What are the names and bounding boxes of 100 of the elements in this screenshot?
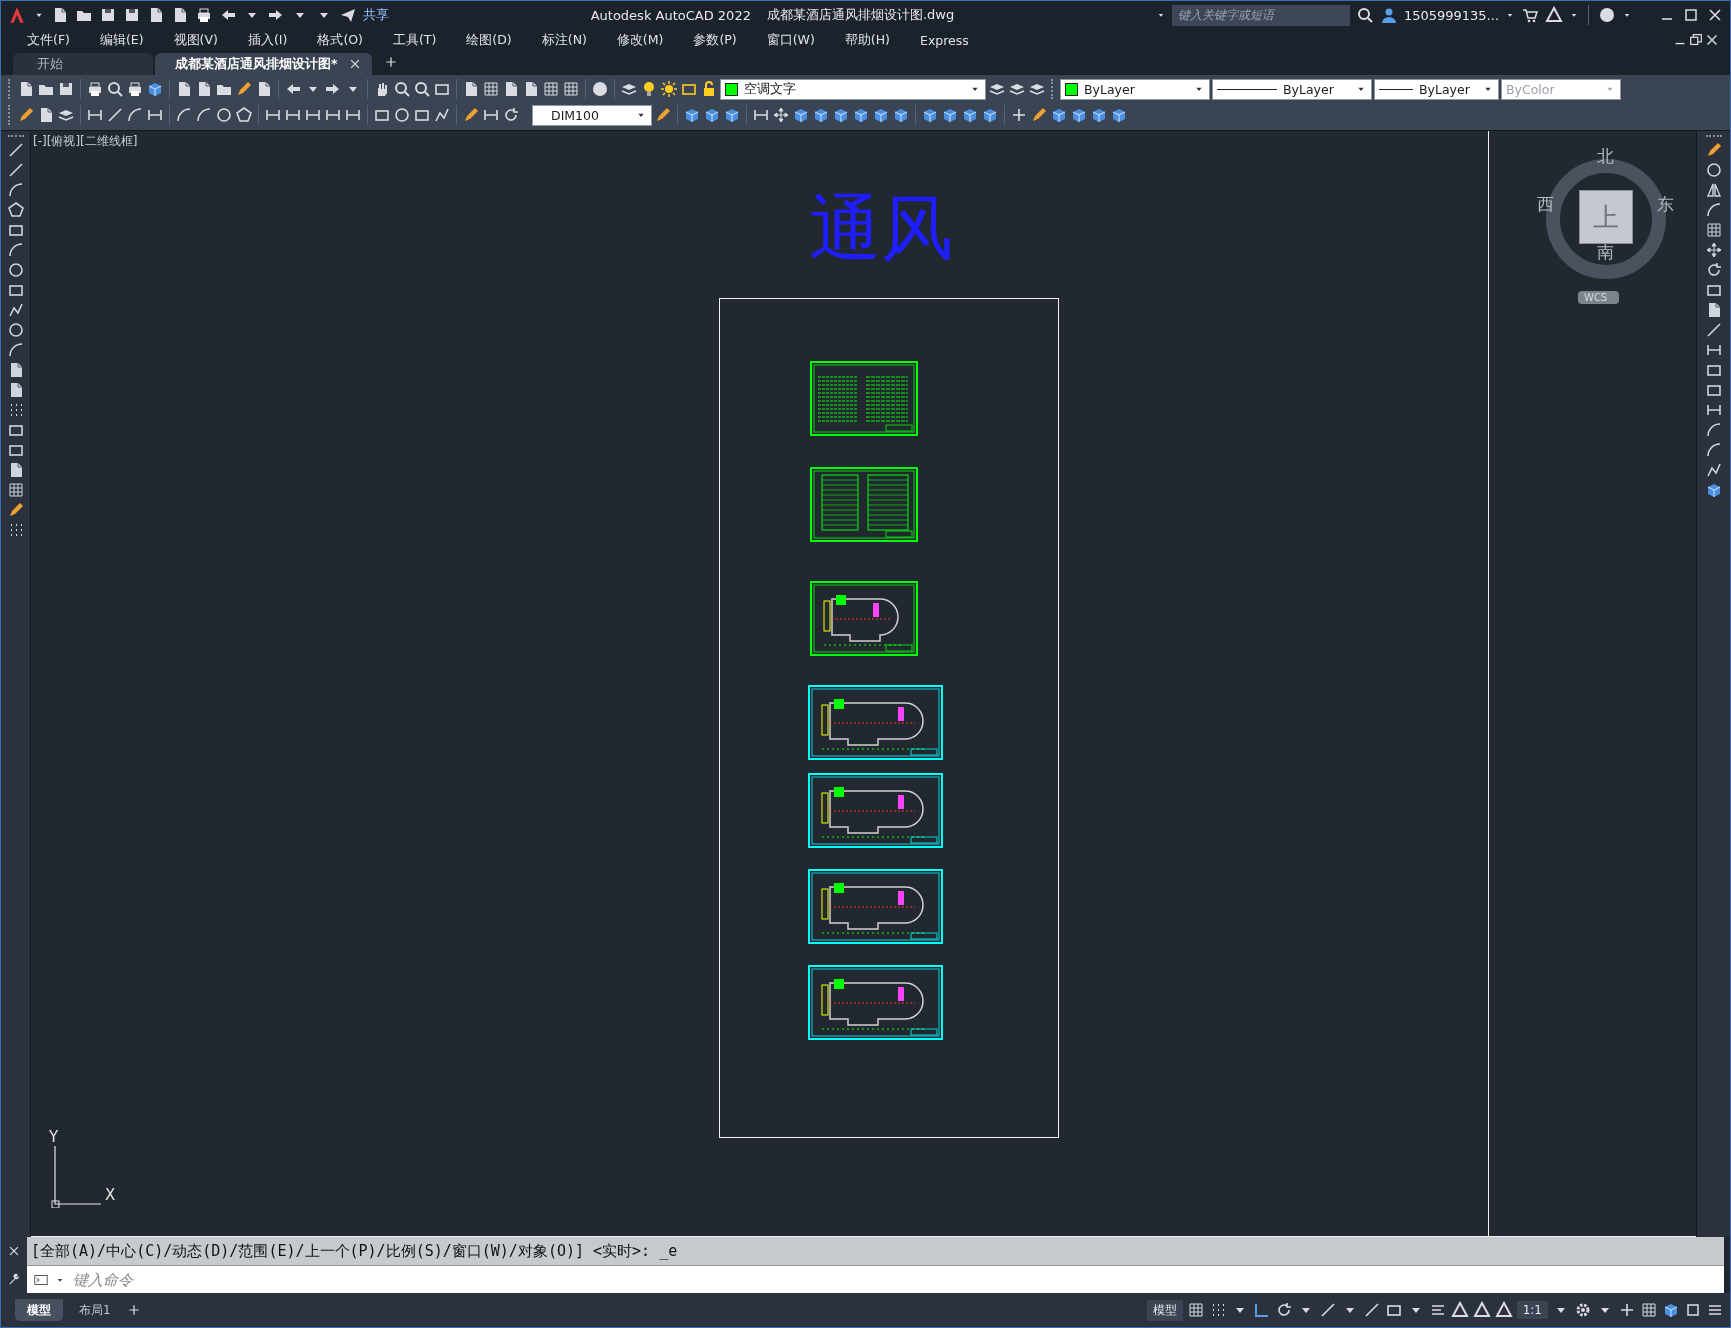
annotation-scale-button[interactable]: 1:1 xyxy=(1516,1301,1548,1319)
cube-icon[interactable] xyxy=(1090,106,1108,124)
search-field[interactable]: 键入关键字或短语 xyxy=(1171,4,1350,26)
polyline-icon[interactable] xyxy=(433,106,451,124)
move-icon[interactable] xyxy=(772,106,790,124)
cube-icon[interactable] xyxy=(146,80,164,98)
circle-icon[interactable] xyxy=(6,321,25,339)
plus-icon[interactable] xyxy=(383,54,398,69)
linetype-dropdown[interactable]: ByLayer xyxy=(1212,78,1372,100)
command-line-field[interactable]: 键入命令 xyxy=(27,1265,1724,1293)
grid-icon[interactable] xyxy=(6,481,25,499)
layer-dropdown[interactable]: 空调文字 xyxy=(720,78,986,100)
menu-item[interactable]: 绘图(D) xyxy=(456,31,522,49)
grid-icon[interactable] xyxy=(1704,221,1723,239)
circle-icon[interactable] xyxy=(6,261,25,279)
printer-icon[interactable] xyxy=(195,6,213,24)
cube-icon[interactable] xyxy=(1110,106,1128,124)
cube-icon[interactable] xyxy=(961,106,979,124)
layout-tab[interactable]: 布局1 xyxy=(67,1299,123,1321)
viewport-label[interactable]: [-][俯视][二维线框] xyxy=(33,133,138,150)
sun-icon[interactable] xyxy=(660,80,678,98)
grid-icon[interactable] xyxy=(1186,1301,1205,1319)
lineweight-dropdown[interactable]: ByLayer xyxy=(1374,78,1499,100)
paper-plane-icon[interactable] xyxy=(339,6,357,24)
cart-icon[interactable] xyxy=(1521,6,1539,24)
circle-icon[interactable] xyxy=(215,106,233,124)
dimension-style-dropdown[interactable]: DIM100 xyxy=(532,104,652,126)
grid-icon[interactable] xyxy=(542,80,560,98)
cube-icon[interactable] xyxy=(941,106,959,124)
north-label[interactable]: 北 xyxy=(1597,145,1614,168)
circle-icon[interactable] xyxy=(393,106,411,124)
restore-icon[interactable] xyxy=(1688,32,1704,48)
cube-icon[interactable] xyxy=(723,106,741,124)
mirror-icon[interactable] xyxy=(1704,181,1723,199)
plus-icon[interactable] xyxy=(126,1303,141,1317)
share-link[interactable]: 共享 xyxy=(363,6,389,24)
arc-icon[interactable] xyxy=(1704,421,1723,439)
app-logo-icon[interactable] xyxy=(7,5,27,25)
menu-item[interactable]: Express xyxy=(910,32,979,48)
pencil-icon[interactable] xyxy=(654,106,672,124)
pencil-icon[interactable] xyxy=(235,80,253,98)
close-icon[interactable] xyxy=(7,1244,21,1258)
arc-icon[interactable] xyxy=(126,106,144,124)
menu-item[interactable]: 插入(I) xyxy=(237,31,298,49)
polyline-icon[interactable] xyxy=(1704,461,1723,479)
arc-icon[interactable] xyxy=(195,106,213,124)
arc-icon[interactable] xyxy=(1704,201,1723,219)
menu-item[interactable]: 标注(N) xyxy=(531,31,597,49)
menu-item[interactable]: 参数(P) xyxy=(683,31,747,49)
document-tab[interactable]: 成都某酒店通风排烟设计图* xyxy=(155,53,372,75)
user-icon[interactable] xyxy=(1379,6,1398,24)
south-label[interactable]: 南 xyxy=(1597,241,1614,264)
printer-icon[interactable] xyxy=(126,80,144,98)
rotate-icon[interactable] xyxy=(502,106,520,124)
triangle-logo-icon[interactable] xyxy=(1494,1301,1513,1319)
wrench-icon[interactable] xyxy=(7,1272,21,1286)
cube-icon[interactable] xyxy=(1662,1301,1680,1319)
menu-item[interactable]: 格式(O) xyxy=(307,31,373,49)
triangle-logo-icon[interactable] xyxy=(1450,1301,1469,1319)
search-icon[interactable] xyxy=(1355,6,1374,24)
line-icon[interactable] xyxy=(106,106,124,124)
menu-item[interactable]: 文件(F) xyxy=(17,31,80,49)
cube-icon[interactable] xyxy=(703,106,721,124)
grid-icon[interactable] xyxy=(1640,1301,1658,1319)
pencil-icon[interactable] xyxy=(462,106,480,124)
triangle-logo-icon[interactable] xyxy=(1545,6,1563,24)
grid-icon[interactable] xyxy=(482,80,500,98)
west-label[interactable]: 西 xyxy=(1537,193,1554,216)
cube-icon[interactable] xyxy=(832,106,850,124)
arc-icon[interactable] xyxy=(1704,441,1723,459)
plus-icon[interactable] xyxy=(1010,106,1028,124)
grid-icon[interactable] xyxy=(562,80,580,98)
arc-icon[interactable] xyxy=(6,241,25,259)
search-icon[interactable] xyxy=(413,80,431,98)
menu-item[interactable]: 帮助(H) xyxy=(834,31,900,49)
polygon-icon[interactable] xyxy=(235,106,253,124)
cube-icon[interactable] xyxy=(1050,106,1068,124)
printer-icon[interactable] xyxy=(86,80,104,98)
triangle-logo-icon[interactable] xyxy=(1472,1301,1491,1319)
cube-icon[interactable] xyxy=(812,106,830,124)
menu-item[interactable]: 窗口(W) xyxy=(756,31,825,49)
arc-icon[interactable] xyxy=(6,341,25,359)
east-label[interactable]: 东 xyxy=(1657,193,1674,216)
cube-icon[interactable] xyxy=(683,106,701,124)
cube-icon[interactable] xyxy=(852,106,870,124)
cube-icon[interactable] xyxy=(921,106,939,124)
pencil-icon[interactable] xyxy=(17,106,35,124)
arc-icon[interactable] xyxy=(6,181,25,199)
cube-icon[interactable] xyxy=(1070,106,1088,124)
search-icon[interactable] xyxy=(393,80,411,98)
cube-icon[interactable] xyxy=(981,106,999,124)
search-icon[interactable] xyxy=(106,80,124,98)
layout-tab[interactable]: 模型 xyxy=(15,1299,63,1321)
snap-icon[interactable] xyxy=(1252,1301,1271,1319)
model-space-button[interactable]: 模型 xyxy=(1146,1299,1183,1321)
menu-item[interactable]: 编辑(E) xyxy=(89,31,154,49)
cube-icon[interactable] xyxy=(892,106,910,124)
plus-icon[interactable] xyxy=(1618,1301,1636,1319)
cube-icon[interactable] xyxy=(872,106,890,124)
maximize-icon[interactable] xyxy=(1682,6,1700,24)
